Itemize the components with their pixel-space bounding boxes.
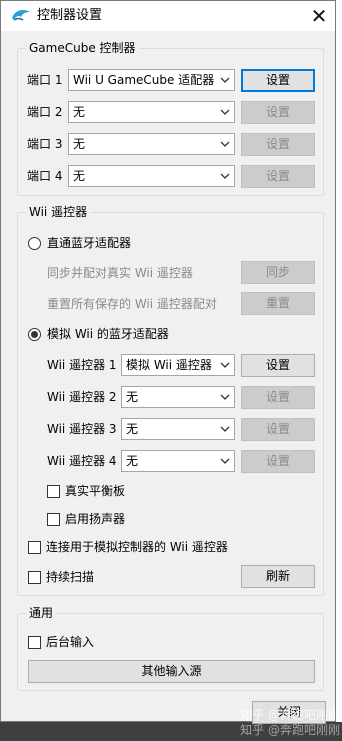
wii-remote-2-label: Wii 遥控器 2	[47, 390, 117, 404]
gc-port-3-select[interactable]: 无	[68, 133, 235, 155]
gc-port-2-select[interactable]: 无	[68, 101, 235, 123]
title-bar[interactable]: 控制器设置 ✕	[1, 1, 335, 31]
wii-remote-3-settings-button[interactable]: 设置	[241, 418, 315, 441]
gc-port-3-settings-button[interactable]: 设置	[241, 133, 315, 156]
wii-group-title: Wii 遥控器	[26, 205, 91, 220]
balance-board-checkbox[interactable]	[47, 485, 60, 498]
window-close-button[interactable]: ✕	[305, 3, 333, 29]
wii-remote-3-label: Wii 遥控器 3	[47, 422, 117, 436]
chevron-down-icon	[220, 141, 230, 147]
chevron-down-icon	[220, 458, 230, 464]
reset-button[interactable]: 重置	[241, 292, 315, 315]
wii-remote-1-select[interactable]: 模拟 Wii 遥控器	[121, 354, 235, 376]
gc-port-1-value: Wii U GameCube 适配器	[73, 73, 215, 87]
gc-port-4-label: 端口 4	[27, 169, 63, 183]
wii-remote-1-label: Wii 遥控器 1	[47, 358, 117, 372]
gc-port-2-settings-button[interactable]: 设置	[241, 101, 315, 124]
wii-remote-4-settings-button[interactable]: 设置	[241, 450, 315, 473]
gc-port-4-settings-button[interactable]: 设置	[241, 165, 315, 188]
chevron-down-icon	[220, 173, 230, 179]
chevron-down-icon	[220, 394, 230, 400]
wii-remote-2-settings-button[interactable]: 设置	[241, 386, 315, 409]
general-group-title: 通用	[26, 606, 57, 621]
wii-remote-4-value: 无	[126, 454, 139, 468]
gc-port-2-value: 无	[73, 105, 86, 119]
controller-settings-dialog: 控制器设置 ✕ GameCube 控制器 端口 1 Wii U GameCube…	[0, 0, 336, 724]
continuous-scan-label[interactable]: 持续扫描	[46, 570, 94, 585]
wii-remote-3-value: 无	[126, 422, 139, 436]
sync-button[interactable]: 同步	[241, 261, 315, 284]
speaker-checkbox[interactable]	[47, 513, 60, 526]
emulated-bt-label[interactable]: 模拟 Wii 的蓝牙适配器	[47, 327, 169, 342]
balance-board-label[interactable]: 真实平衡板	[65, 484, 125, 499]
gc-port-1-select[interactable]: Wii U GameCube 适配器	[68, 69, 235, 91]
chevron-down-icon	[220, 77, 230, 83]
reset-pairings-label: 重置所有保存的 Wii 遥控器配对	[47, 297, 217, 311]
wii-remote-4-label: Wii 遥控器 4	[47, 454, 117, 468]
chevron-down-icon	[220, 362, 230, 368]
wii-remote-2-select[interactable]: 无	[121, 386, 235, 408]
wii-remote-1-settings-button[interactable]: 设置	[241, 354, 315, 377]
passthrough-radio[interactable]	[28, 237, 41, 250]
window-title: 控制器设置	[37, 8, 103, 23]
gc-port-1-settings-button[interactable]: 设置	[241, 69, 315, 92]
watermark: 知乎 @奔跑吧刚刚 知乎 @奔跑吧刚刚	[216, 708, 340, 740]
chevron-down-icon	[220, 426, 230, 432]
emulated-bt-radio[interactable]	[28, 328, 41, 341]
connect-emulated-label[interactable]: 连接用于模拟控制器的 Wii 遥控器	[46, 540, 228, 555]
connect-emulated-checkbox[interactable]	[28, 541, 41, 554]
watermark-line-1: 知乎 @奔跑吧刚刚	[240, 708, 340, 722]
gc-port-4-select[interactable]: 无	[68, 165, 235, 187]
other-input-sources-button[interactable]: 其他输入源	[28, 660, 315, 683]
wii-remote-3-select[interactable]: 无	[121, 418, 235, 440]
watermark-line-2: 知乎 @奔跑吧刚刚	[240, 723, 340, 737]
sync-label: 同步并配对真实 Wii 遥控器	[47, 266, 193, 280]
gamecube-group-title: GameCube 控制器	[26, 41, 139, 56]
background-input-label[interactable]: 后台输入	[46, 635, 94, 650]
background-input-checkbox[interactable]	[28, 636, 41, 649]
refresh-button[interactable]: 刷新	[241, 565, 315, 588]
speaker-label[interactable]: 启用扬声器	[65, 512, 125, 527]
wii-remote-1-value: 模拟 Wii 遥控器	[126, 358, 212, 372]
gc-port-1-label: 端口 1	[27, 73, 63, 87]
chevron-down-icon	[220, 109, 230, 115]
radio-selected-dot	[31, 331, 38, 338]
wii-remote-4-select[interactable]: 无	[121, 450, 235, 472]
gc-port-4-value: 无	[73, 169, 86, 183]
gc-port-2-label: 端口 2	[27, 105, 63, 119]
continuous-scan-checkbox[interactable]	[28, 571, 41, 584]
dolphin-app-icon	[12, 10, 30, 21]
gc-port-3-value: 无	[73, 137, 86, 151]
wii-remote-2-value: 无	[126, 390, 139, 404]
gc-port-3-label: 端口 3	[27, 137, 63, 151]
passthrough-label[interactable]: 直通蓝牙适配器	[47, 236, 131, 251]
